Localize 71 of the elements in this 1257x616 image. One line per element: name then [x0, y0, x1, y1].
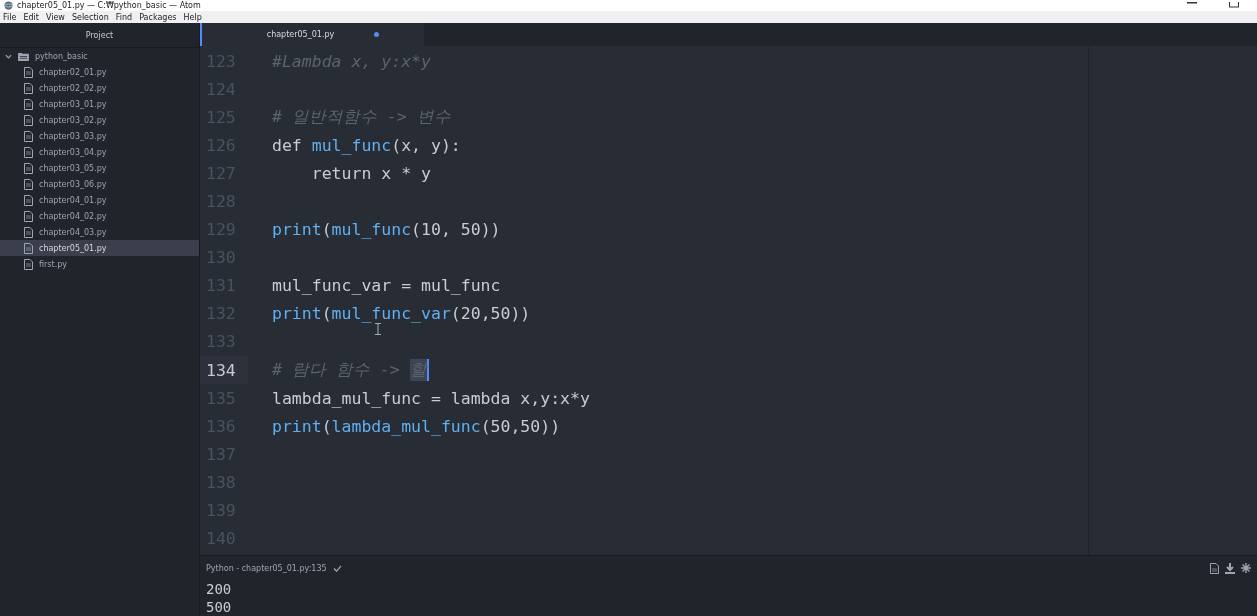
tree-file[interactable]: first.py: [0, 256, 199, 272]
tree-file[interactable]: chapter03_04.py: [0, 144, 199, 160]
window-title: chapter05_01.py — C:₩python_basic — Atom: [17, 0, 201, 11]
code-text: (50,50)): [480, 416, 561, 436]
file-icon: [24, 210, 33, 222]
tree-file[interactable]: chapter04_03.py: [0, 224, 199, 240]
line-number: 134: [200, 356, 248, 385]
code-text: (20,50)): [450, 304, 531, 324]
tree-file[interactable]: chapter03_03.py: [0, 128, 199, 144]
file-icon: [24, 66, 33, 78]
text-cursor-icon: [375, 323, 381, 335]
file-icon: [24, 178, 33, 190]
panel-title: Project: [0, 23, 199, 48]
file-icon[interactable]: [1210, 562, 1219, 574]
code-text: (: [321, 304, 332, 324]
file-icon: [24, 130, 33, 142]
tree-file[interactable]: chapter02_02.py: [0, 80, 199, 96]
code-text: (x, y):: [391, 135, 461, 155]
menu-item[interactable]: View: [45, 12, 65, 22]
file-icon: [24, 162, 33, 174]
code-text: lambda_mul_func: [331, 416, 481, 436]
code-text: (10, 50)): [411, 220, 501, 240]
code-text: (: [321, 416, 332, 436]
code-text: mul_func_var: [331, 304, 451, 324]
code-text: # 람다 함수 ->: [272, 359, 401, 382]
file-icon: [24, 82, 33, 94]
folder-icon: [18, 51, 29, 61]
file-icon: [24, 242, 33, 254]
code-text: def: [272, 135, 303, 155]
tree-file[interactable]: chapter03_02.py: [0, 112, 199, 128]
maximize-icon[interactable]: [1229, 2, 1239, 8]
code-text: #Lambda x, y:x*y: [272, 51, 431, 71]
code-text: # 일반적함수 -> 변수: [272, 106, 451, 129]
tree-file[interactable]: chapter02_01.py: [0, 64, 199, 80]
code-text: mul_func: [311, 135, 392, 155]
tree-file[interactable]: chapter05_01.py: [0, 240, 199, 256]
code-text: print: [272, 416, 322, 436]
tree-file[interactable]: chapter04_01.py: [0, 192, 199, 208]
code-text: mul_func: [331, 220, 412, 240]
code-text: print: [272, 304, 322, 324]
file-icon: [24, 258, 33, 270]
menu-item[interactable]: Selection: [71, 12, 109, 22]
check-icon: [332, 564, 342, 572]
file-icon: [24, 114, 33, 126]
output-text: 500: [206, 598, 233, 616]
menu-item[interactable]: Find: [115, 12, 133, 22]
menu-item[interactable]: Packages: [139, 12, 177, 22]
selected-text: 할: [409, 359, 429, 382]
settings-icon[interactable]: [1241, 563, 1251, 573]
atom-logo-icon: [4, 1, 13, 10]
file-icon: [24, 226, 33, 238]
output-text: 200: [206, 580, 233, 598]
menu-item[interactable]: Edit: [23, 12, 39, 22]
tree-file[interactable]: chapter03_06.py: [0, 176, 199, 192]
tree-folder[interactable]: python_basic: [0, 48, 199, 64]
file-icon: [24, 98, 33, 110]
code-text: print: [272, 220, 322, 240]
menu-item[interactable]: File: [3, 12, 17, 22]
file-icon: [24, 194, 33, 206]
status-text[interactable]: Python - chapter05_01.py:135: [206, 563, 327, 573]
file-icon: [24, 146, 33, 158]
tree-file[interactable]: chapter03_01.py: [0, 96, 199, 112]
download-icon[interactable]: [1225, 562, 1235, 574]
tree-file[interactable]: chapter04_02.py: [0, 208, 199, 224]
code-text: (: [321, 220, 332, 240]
editor-tab[interactable]: chapter05_01.py: [202, 23, 424, 46]
tree-file[interactable]: chapter03_05.py: [0, 160, 199, 176]
code-text: mul_func_var = mul_func: [272, 276, 501, 296]
code-text: lambda_mul_func = lambda x,y:x*y: [272, 388, 590, 408]
menu-item[interactable]: Help: [183, 12, 202, 22]
code-text: return x * y: [310, 163, 431, 183]
